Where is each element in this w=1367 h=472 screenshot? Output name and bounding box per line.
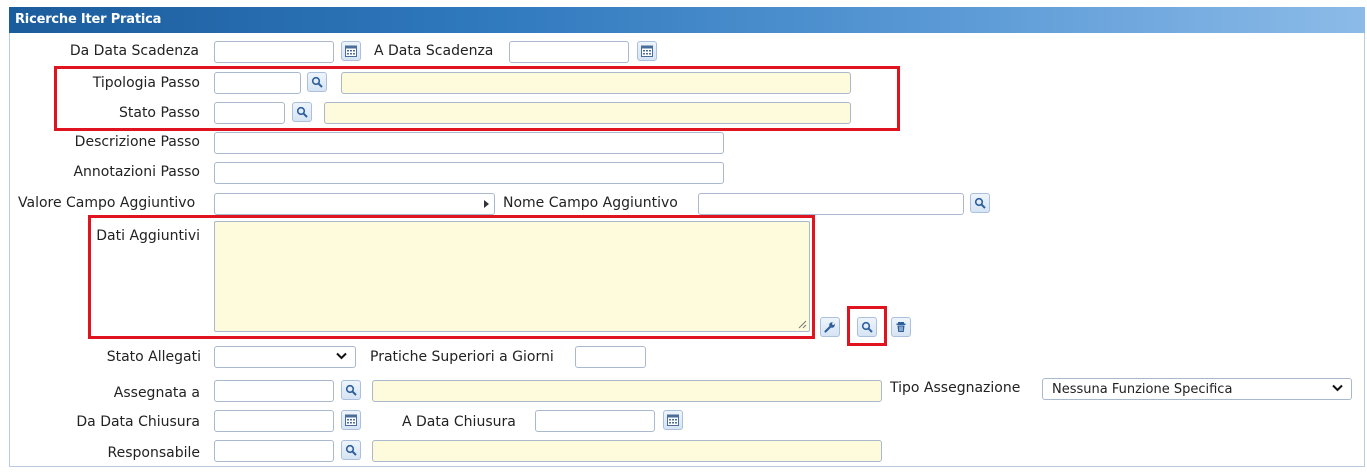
label-a-data-chiusura: A Data Chiusura [402,414,516,430]
label-da-data-scadenza: Da Data Scadenza [69,43,199,59]
assegnata-a-code-input[interactable] [214,380,334,402]
tipo-assegnazione-select[interactable]: Nessuna Funzione Specifica [1042,378,1352,400]
label-stato-allegati: Stato Allegati [106,349,201,365]
calendar-icon[interactable] [637,41,657,61]
highlight-box-dati-aggiuntivi [88,215,815,339]
label-nome-campo-aggiuntivo: Nome Campo Aggiuntivo [503,195,678,211]
label-responsabile: Responsabile [107,445,200,461]
chevron-down-icon [336,352,347,360]
label-valore-campo-aggiuntivo: Valore Campo Aggiuntivo [18,195,196,211]
valore-campo-aggiuntivo-input[interactable] [214,193,495,215]
search-icon[interactable] [341,380,361,400]
highlight-box-passo [54,66,900,131]
pratiche-superiori-input[interactable] [575,346,646,368]
tipo-assegnazione-value: Nessuna Funzione Specifica [1052,382,1233,397]
label-a-data-scadenza: A Data Scadenza [374,43,494,59]
trash-icon[interactable] [891,317,911,337]
a-data-scadenza-input[interactable] [509,41,629,63]
calendar-icon[interactable] [663,410,683,430]
expand-arrow-icon[interactable] [484,200,489,208]
da-data-chiusura-input[interactable] [214,410,334,432]
label-tipo-assegnazione: Tipo Assegnazione [890,380,1021,396]
a-data-chiusura-input[interactable] [535,410,655,432]
label-annotazioni-passo: Annotazioni Passo [73,164,200,180]
search-icon[interactable] [341,440,361,460]
nome-campo-aggiuntivo-input[interactable] [698,193,964,215]
label-assegnata-a: Assegnata a [113,385,200,401]
da-data-scadenza-input[interactable] [214,41,334,63]
annotazioni-passo-input[interactable] [214,162,724,184]
search-icon[interactable] [970,193,990,213]
responsabile-code-input[interactable] [214,440,334,462]
highlight-box-search-button [847,306,887,346]
chevron-down-icon [1332,384,1343,392]
label-descrizione-passo: Descrizione Passo [74,134,200,150]
panel-title: Ricerche Iter Pratica [15,12,162,27]
label-da-data-chiusura: Da Data Chiusura [76,414,200,430]
stato-allegati-select[interactable] [214,346,356,368]
assegnata-a-description-field [372,380,882,402]
panel-title-bar: Ricerche Iter Pratica [9,7,1365,33]
calendar-icon[interactable] [341,41,361,61]
calendar-icon[interactable] [341,410,361,430]
wrench-icon[interactable] [820,317,840,337]
responsabile-description-field [372,440,882,462]
descrizione-passo-input[interactable] [214,132,724,154]
label-pratiche-superiori: Pratiche Superiori a Giorni [370,349,554,365]
